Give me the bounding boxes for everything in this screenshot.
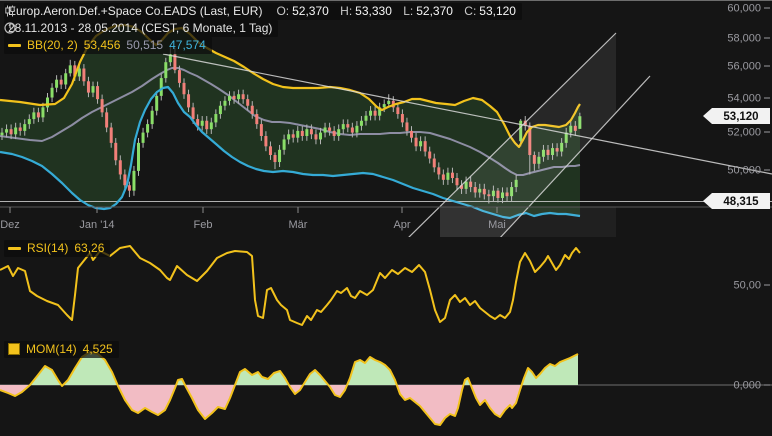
bb-legend[interactable]: BB(20, 2) 53,456 50,515 47,574 [4, 37, 212, 54]
price-axis-label: 50,000 [727, 165, 761, 177]
instrument-title: Europ.Aeron.Def.+Space Co.EADS (Last, EU… [8, 4, 263, 18]
price-tag-value: 48,315 [723, 196, 759, 208]
high-label: H: [340, 4, 353, 18]
time-axis-label: Apr [393, 219, 410, 231]
high-value: 53,330 [355, 4, 392, 18]
bb-line-icon [8, 43, 21, 47]
open-label: O: [276, 4, 290, 18]
price-tag-value: 53,120 [723, 111, 758, 123]
rsi-legend[interactable]: RSI(14) 63,26 [4, 240, 111, 257]
rsi-line-icon [8, 246, 21, 250]
time-axis-label: Mai [488, 219, 506, 231]
pane-separator-mom[interactable] [0, 0, 772, 1]
instrument-header: Europ.Aeron.Def.+Space Co.EADS (Last, EU… [4, 3, 522, 20]
close-value: 53,120 [479, 4, 516, 18]
rsi-label: RSI(14) [27, 241, 69, 255]
channel-axis-band [440, 207, 616, 237]
bb-lower-value: 47,574 [169, 38, 206, 52]
price-axis-label: 58,000 [727, 33, 761, 45]
rsi-indicator-pane[interactable]: 50,00 [0, 237, 772, 337]
date-range: 28.11.2013 - 28.05.2014 (CEST, 6 Monate,… [8, 21, 273, 35]
low-label: L: [403, 4, 414, 18]
clock-icon [4, 22, 16, 34]
candlestick-chart-icon [5, 5, 15, 17]
price-axis-label: 60,000 [727, 3, 761, 15]
mom-legend[interactable]: MOM(14) 4,525 [4, 341, 119, 358]
time-axis-label: Mär [289, 219, 308, 231]
time-axis-label: Jan '14 [79, 219, 114, 231]
mom-value: 4,525 [82, 342, 113, 356]
chart-application: Dez Jan '14 Feb Mär Apr Mai 60,000 58,000 56,000… [0, 0, 772, 436]
time-axis-label: Dez [0, 219, 20, 231]
time-axis-label: Feb [194, 219, 213, 231]
mom-label: MOM(14) [26, 342, 77, 356]
date-range-row: 28.11.2013 - 28.05.2014 (CEST, 6 Monate,… [4, 20, 279, 37]
bb-upper-value: 53,456 [83, 38, 121, 52]
rsi-axis-label: 50,00 [733, 280, 761, 292]
mom-area-icon [8, 343, 20, 355]
mom-axis-label: 0,000 [733, 380, 761, 392]
low-value: 52,370 [416, 4, 453, 18]
bb-middle-value: 50,515 [126, 38, 164, 52]
open-value: 52,370 [292, 4, 329, 18]
price-axis-label: 54,000 [727, 93, 761, 105]
rsi-line [0, 245, 581, 326]
bb-label: BB(20, 2) [27, 38, 78, 52]
rsi-value: 63,26 [74, 241, 105, 255]
price-axis-label: 56,000 [727, 61, 761, 73]
close-label: C: [464, 4, 477, 18]
price-axis-label: 52,000 [727, 127, 761, 139]
